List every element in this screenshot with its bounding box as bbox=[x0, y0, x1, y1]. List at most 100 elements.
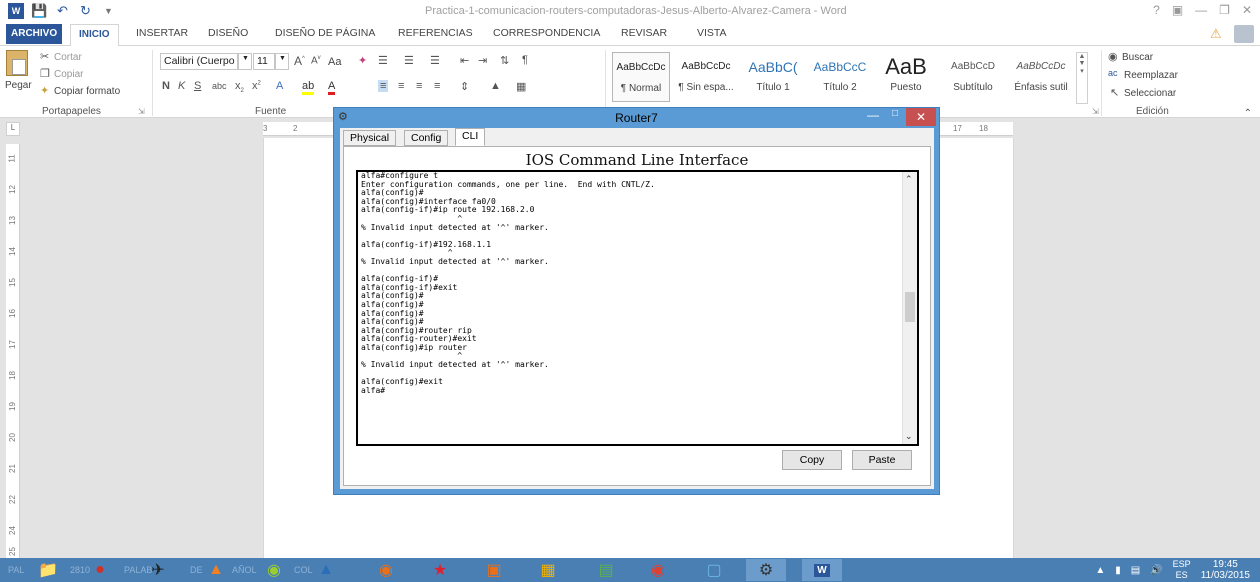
chart-app-icon[interactable]: ▤ bbox=[586, 559, 626, 581]
battery-icon[interactable]: ▮ bbox=[1115, 565, 1121, 576]
router-titlebar[interactable]: ⚙ Router7 — □ ✕ bbox=[334, 108, 939, 128]
paste-button[interactable]: Paste bbox=[852, 450, 912, 470]
tab-cli[interactable]: CLI bbox=[455, 128, 486, 146]
bullets-icon[interactable]: ☰ bbox=[378, 54, 388, 67]
scroll-thumb[interactable] bbox=[905, 292, 915, 322]
tab-config[interactable]: Config bbox=[404, 130, 449, 146]
tab-diseno[interactable]: DISEÑO bbox=[208, 27, 248, 39]
line-spacing-icon[interactable]: ⇕ bbox=[460, 80, 469, 93]
windows-store-icon[interactable]: ▦ bbox=[528, 559, 568, 581]
superscript-icon[interactable]: x2 bbox=[252, 80, 261, 92]
show-hidden-icons[interactable]: ▲ bbox=[1095, 565, 1105, 576]
justify-icon[interactable]: ≡ bbox=[434, 80, 440, 92]
text-effects-icon[interactable]: A bbox=[276, 80, 283, 92]
app-icon-green[interactable]: ◉ bbox=[254, 559, 294, 581]
file-explorer-icon[interactable]: 📁 bbox=[28, 559, 68, 581]
close-icon[interactable]: ✕ bbox=[1242, 3, 1252, 17]
customize-qat-icon[interactable]: ▼ bbox=[101, 4, 116, 19]
multilevel-list-icon[interactable]: ☰ bbox=[430, 54, 440, 67]
font-name-arrow-icon[interactable]: ▼ bbox=[238, 53, 252, 70]
network-icon[interactable]: ▤ bbox=[1131, 565, 1140, 576]
tab-insertar[interactable]: INSERTAR bbox=[136, 27, 188, 39]
packet-tracer-running-icon[interactable]: ⚙ bbox=[746, 559, 786, 581]
nero-icon[interactable]: ● bbox=[80, 559, 120, 581]
style-puesto[interactable]: AaB Puesto bbox=[874, 52, 938, 102]
align-right-icon[interactable]: ≡ bbox=[416, 80, 422, 92]
tab-physical[interactable]: Physical bbox=[343, 130, 397, 146]
replace-icon[interactable]: ac bbox=[1108, 68, 1118, 78]
language-indicator[interactable]: ESP ES bbox=[1173, 559, 1191, 581]
borders-icon[interactable]: ▦ bbox=[516, 80, 526, 93]
binoculars-icon[interactable]: ◉ bbox=[1108, 50, 1118, 63]
firefox-icon[interactable]: ◉ bbox=[366, 559, 406, 581]
router-maximize-icon[interactable]: □ bbox=[884, 108, 906, 126]
format-painter-icon[interactable]: ✦ bbox=[40, 84, 49, 97]
user-avatar[interactable] bbox=[1234, 25, 1254, 43]
vertical-ruler[interactable]: 11 12 13 14 15 16 17 18 19 20 21 22 24 2… bbox=[6, 144, 20, 558]
font-size-dropdown[interactable]: 11 bbox=[253, 53, 275, 70]
italic-icon[interactable]: K bbox=[178, 80, 185, 92]
ribbon-display-icon[interactable]: ▣ bbox=[1172, 3, 1183, 17]
copy-button[interactable]: Copy bbox=[782, 450, 842, 470]
numbering-icon[interactable]: ☰ bbox=[404, 54, 414, 67]
word-app-icon[interactable]: W bbox=[8, 3, 24, 19]
increase-indent-icon[interactable]: ⇥ bbox=[478, 54, 487, 67]
shading-icon[interactable]: ▲ bbox=[490, 80, 501, 92]
restore-icon[interactable]: ❐ bbox=[1219, 3, 1230, 17]
tab-inicio[interactable]: INICIO bbox=[70, 24, 119, 47]
grow-font-icon[interactable]: A^ bbox=[294, 54, 305, 68]
font-name-dropdown[interactable]: Calibri (Cuerpo bbox=[160, 53, 238, 70]
select-button[interactable]: Seleccionar bbox=[1124, 88, 1176, 99]
tab-referencias[interactable]: REFERENCIAS bbox=[398, 27, 473, 39]
format-painter-button[interactable]: Copiar formato bbox=[54, 86, 120, 97]
minimize-icon[interactable]: — bbox=[1195, 3, 1207, 17]
shrink-font-icon[interactable]: Av bbox=[311, 55, 321, 66]
highlight-icon[interactable]: ab bbox=[302, 80, 315, 95]
scroll-down-icon[interactable]: ⌄ bbox=[905, 431, 913, 442]
redo-icon[interactable]: ↻ bbox=[78, 3, 93, 19]
change-case-button[interactable]: Aa bbox=[328, 56, 341, 68]
select-cursor-icon[interactable]: ↖ bbox=[1110, 86, 1119, 99]
vlc-icon[interactable]: ▲ bbox=[196, 559, 236, 581]
sort-icon[interactable]: ⇅ bbox=[500, 54, 509, 67]
align-center-icon[interactable]: ≡ bbox=[398, 80, 404, 92]
find-button[interactable]: Buscar bbox=[1122, 52, 1153, 63]
router-close-icon[interactable]: ✕ bbox=[906, 108, 936, 126]
terminal-scrollbar[interactable]: ⌃ ⌄ bbox=[902, 172, 917, 444]
virtualbox-icon[interactable]: ▢ bbox=[694, 559, 734, 581]
tab-diseno-pagina[interactable]: DISEÑO DE PÁGINA bbox=[275, 27, 375, 39]
decrease-indent-icon[interactable]: ⇤ bbox=[460, 54, 469, 67]
scissors-icon[interactable]: ✂ bbox=[40, 50, 49, 63]
tab-revisar[interactable]: REVISAR bbox=[621, 27, 667, 39]
clock[interactable]: 19:45 11/03/2015 bbox=[1201, 559, 1250, 581]
help-icon[interactable]: ? bbox=[1153, 3, 1160, 17]
app-icon-orange[interactable]: ▣ bbox=[474, 559, 514, 581]
undo-icon[interactable]: ↶ bbox=[55, 3, 70, 19]
style-normal[interactable]: AaBbCcDc ¶ Normal bbox=[612, 52, 670, 102]
tab-correspondencia[interactable]: CORRESPONDENCIA bbox=[493, 27, 600, 39]
clear-formatting-icon[interactable]: ✦ bbox=[358, 54, 367, 67]
app-icon-star[interactable]: ★ bbox=[420, 559, 460, 581]
styles-gallery-scroll[interactable]: ▲ ▼ ▾ bbox=[1076, 52, 1088, 104]
strikethrough-icon[interactable]: abc bbox=[212, 81, 227, 91]
style-subtitulo[interactable]: AaBbCcD Subtítulo bbox=[940, 52, 1006, 102]
save-icon[interactable]: 💾 bbox=[31, 3, 47, 19]
replace-button[interactable]: Reemplazar bbox=[1124, 70, 1178, 81]
font-color-icon[interactable]: A bbox=[328, 80, 336, 95]
style-sin-espaciado[interactable]: AaBbCcDc ¶ Sin espa... bbox=[674, 52, 738, 102]
bold-icon[interactable]: N bbox=[162, 80, 170, 92]
cut-button[interactable]: Cortar bbox=[54, 52, 82, 63]
copy-icon[interactable]: ❐ bbox=[40, 67, 50, 80]
tab-vista[interactable]: VISTA bbox=[697, 27, 727, 39]
styles-launcher-icon[interactable]: ⇲ bbox=[1092, 107, 1099, 116]
align-left-icon[interactable]: ≡ bbox=[378, 80, 389, 92]
word-running-icon[interactable]: W bbox=[802, 559, 842, 581]
font-size-arrow-icon[interactable]: ▼ bbox=[275, 53, 289, 70]
show-marks-icon[interactable]: ¶ bbox=[522, 54, 528, 66]
paste-icon[interactable] bbox=[6, 50, 28, 76]
cli-terminal[interactable]: alfa#configure t Enter configuration com… bbox=[356, 170, 919, 446]
volume-icon[interactable]: 🔊 bbox=[1150, 565, 1162, 576]
router-minimize-icon[interactable]: — bbox=[862, 108, 884, 126]
paste-button[interactable]: Pegar bbox=[5, 80, 32, 91]
scroll-up-icon[interactable]: ⌃ bbox=[905, 174, 913, 185]
